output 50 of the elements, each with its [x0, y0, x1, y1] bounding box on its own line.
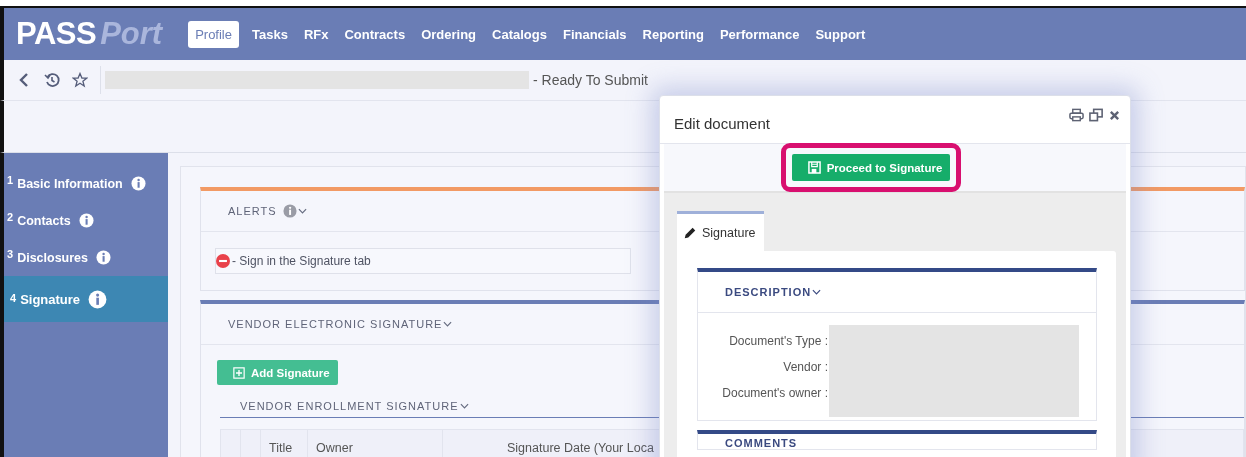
proceed-to-signature-button[interactable]: Proceed to Signature [791, 154, 951, 181]
column-header: Signature Date (Your Loca [506, 440, 654, 457]
nav-tab[interactable]: Contracts [337, 20, 413, 48]
field-label: Vendor : [783, 360, 828, 374]
chevron-down-icon[interactable] [812, 289, 822, 295]
step-item[interactable]: 4 Signature [4, 276, 168, 322]
step-item[interactable]: 2 Contacts [4, 202, 168, 239]
column-header: Owner [308, 430, 443, 457]
nav-tab[interactable]: Performance [712, 20, 807, 48]
field-label: Document's owner : [722, 386, 828, 400]
info-icon [130, 176, 146, 191]
pencil-icon [683, 225, 697, 240]
nav-tab[interactable]: Profile [188, 20, 239, 48]
print-icon[interactable] [1069, 108, 1084, 122]
panel-title: ALERTS [228, 205, 277, 217]
logo-text: PASS [16, 16, 97, 52]
subsection-title: VENDOR ENROLLMENT SIGNATURE [240, 400, 459, 412]
alert-text: - Sign in the Signature tab [232, 254, 371, 268]
chevron-down-icon[interactable] [443, 321, 453, 327]
close-icon[interactable] [1109, 109, 1120, 121]
dialog-tab[interactable]: Signature [677, 211, 764, 251]
info-icon [78, 213, 94, 228]
nav-tab[interactable]: Reporting [635, 20, 711, 48]
info-icon [96, 250, 111, 265]
nav-tab[interactable]: Catalogs [485, 20, 554, 48]
nav-tab[interactable]: Tasks [245, 20, 295, 48]
save-icon [807, 161, 821, 174]
column-header: Title [261, 430, 308, 457]
panel-title: COMMENTS [725, 437, 798, 449]
chevron-down-icon[interactable] [459, 403, 469, 409]
star-icon[interactable] [72, 72, 88, 88]
field-label: Document's Type : [729, 334, 828, 348]
nav-tab[interactable]: Support [808, 20, 873, 48]
history-icon[interactable] [44, 72, 60, 88]
document-status: - Ready To Submit [533, 72, 648, 88]
panel-title: DESCRIPTION [725, 286, 812, 298]
plus-icon [233, 366, 245, 379]
add-signature-button[interactable]: Add Signature [217, 360, 338, 385]
logo-text: Port [100, 16, 163, 52]
chevron-down-icon[interactable] [297, 208, 307, 214]
info-icon [88, 289, 108, 309]
info-icon [282, 204, 297, 218]
nav-tab[interactable]: RFx [296, 20, 336, 48]
nav-tab[interactable]: Financials [555, 20, 634, 48]
restore-window-icon[interactable] [1089, 108, 1104, 122]
dialog-title: Edit document [674, 115, 770, 132]
nav-tab[interactable]: Ordering [414, 20, 484, 48]
panel-title: VENDOR ELECTRONIC SIGNATURE [228, 318, 443, 330]
step-item[interactable]: 3 Disclosures [4, 239, 168, 276]
step-item[interactable]: 1 Basic Information [4, 165, 168, 202]
